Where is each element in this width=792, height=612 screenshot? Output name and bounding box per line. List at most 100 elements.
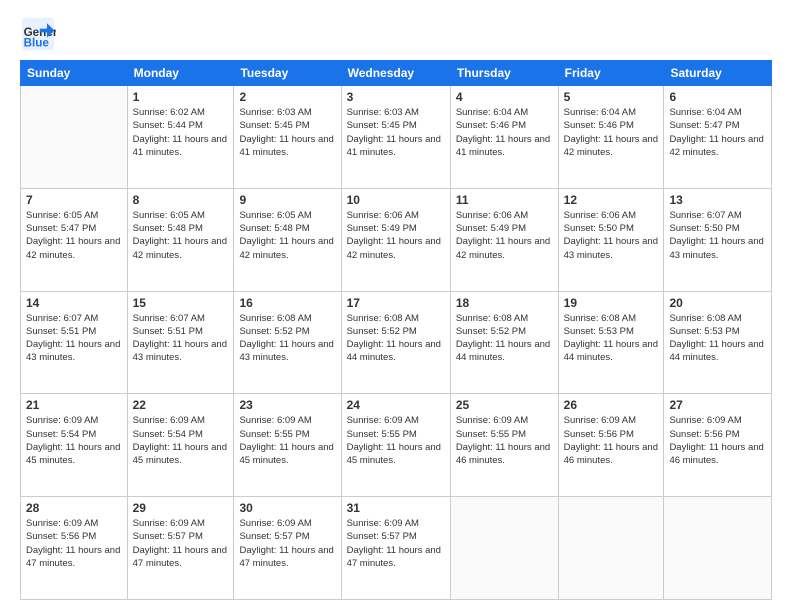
calendar-cell: 24 Sunrise: 6:09 AMSunset: 5:55 PMDaylig… [341, 394, 450, 497]
day-number: 31 [347, 501, 445, 515]
calendar-cell: 13 Sunrise: 6:07 AMSunset: 5:50 PMDaylig… [664, 188, 772, 291]
calendar-cell: 29 Sunrise: 6:09 AMSunset: 5:57 PMDaylig… [127, 497, 234, 600]
day-detail: Sunrise: 6:07 AMSunset: 5:51 PMDaylight:… [133, 312, 229, 365]
day-detail: Sunrise: 6:08 AMSunset: 5:52 PMDaylight:… [347, 312, 445, 365]
week-row-4: 21 Sunrise: 6:09 AMSunset: 5:54 PMDaylig… [21, 394, 772, 497]
calendar-cell: 17 Sunrise: 6:08 AMSunset: 5:52 PMDaylig… [341, 291, 450, 394]
day-detail: Sunrise: 6:09 AMSunset: 5:55 PMDaylight:… [456, 414, 553, 467]
weekday-header-thursday: Thursday [450, 61, 558, 86]
day-number: 10 [347, 193, 445, 207]
day-number: 8 [133, 193, 229, 207]
day-detail: Sunrise: 6:08 AMSunset: 5:52 PMDaylight:… [456, 312, 553, 365]
weekday-header-tuesday: Tuesday [234, 61, 341, 86]
day-detail: Sunrise: 6:09 AMSunset: 5:57 PMDaylight:… [347, 517, 445, 570]
calendar-cell [21, 86, 128, 189]
day-number: 1 [133, 90, 229, 104]
week-row-3: 14 Sunrise: 6:07 AMSunset: 5:51 PMDaylig… [21, 291, 772, 394]
day-detail: Sunrise: 6:08 AMSunset: 5:53 PMDaylight:… [564, 312, 659, 365]
day-number: 28 [26, 501, 122, 515]
calendar-cell: 20 Sunrise: 6:08 AMSunset: 5:53 PMDaylig… [664, 291, 772, 394]
day-number: 15 [133, 296, 229, 310]
day-number: 2 [239, 90, 335, 104]
day-number: 4 [456, 90, 553, 104]
day-number: 13 [669, 193, 766, 207]
day-number: 27 [669, 398, 766, 412]
day-detail: Sunrise: 6:02 AMSunset: 5:44 PMDaylight:… [133, 106, 229, 159]
calendar-cell: 30 Sunrise: 6:09 AMSunset: 5:57 PMDaylig… [234, 497, 341, 600]
day-detail: Sunrise: 6:03 AMSunset: 5:45 PMDaylight:… [239, 106, 335, 159]
calendar-cell: 28 Sunrise: 6:09 AMSunset: 5:56 PMDaylig… [21, 497, 128, 600]
calendar-cell: 12 Sunrise: 6:06 AMSunset: 5:50 PMDaylig… [558, 188, 664, 291]
calendar-cell: 18 Sunrise: 6:08 AMSunset: 5:52 PMDaylig… [450, 291, 558, 394]
day-detail: Sunrise: 6:07 AMSunset: 5:50 PMDaylight:… [669, 209, 766, 262]
day-detail: Sunrise: 6:07 AMSunset: 5:51 PMDaylight:… [26, 312, 122, 365]
day-number: 11 [456, 193, 553, 207]
day-number: 23 [239, 398, 335, 412]
calendar-cell: 8 Sunrise: 6:05 AMSunset: 5:48 PMDayligh… [127, 188, 234, 291]
calendar-cell: 11 Sunrise: 6:06 AMSunset: 5:49 PMDaylig… [450, 188, 558, 291]
calendar-cell: 3 Sunrise: 6:03 AMSunset: 5:45 PMDayligh… [341, 86, 450, 189]
day-detail: Sunrise: 6:05 AMSunset: 5:47 PMDaylight:… [26, 209, 122, 262]
logo: General Blue [20, 16, 60, 52]
day-number: 22 [133, 398, 229, 412]
day-detail: Sunrise: 6:09 AMSunset: 5:57 PMDaylight:… [239, 517, 335, 570]
day-number: 26 [564, 398, 659, 412]
day-detail: Sunrise: 6:04 AMSunset: 5:47 PMDaylight:… [669, 106, 766, 159]
calendar-cell: 9 Sunrise: 6:05 AMSunset: 5:48 PMDayligh… [234, 188, 341, 291]
day-number: 16 [239, 296, 335, 310]
day-detail: Sunrise: 6:06 AMSunset: 5:50 PMDaylight:… [564, 209, 659, 262]
day-number: 6 [669, 90, 766, 104]
week-row-1: 1 Sunrise: 6:02 AMSunset: 5:44 PMDayligh… [21, 86, 772, 189]
svg-text:Blue: Blue [24, 37, 50, 50]
calendar-cell: 14 Sunrise: 6:07 AMSunset: 5:51 PMDaylig… [21, 291, 128, 394]
calendar-cell: 1 Sunrise: 6:02 AMSunset: 5:44 PMDayligh… [127, 86, 234, 189]
week-row-5: 28 Sunrise: 6:09 AMSunset: 5:56 PMDaylig… [21, 497, 772, 600]
calendar-cell: 4 Sunrise: 6:04 AMSunset: 5:46 PMDayligh… [450, 86, 558, 189]
day-detail: Sunrise: 6:09 AMSunset: 5:55 PMDaylight:… [239, 414, 335, 467]
day-detail: Sunrise: 6:09 AMSunset: 5:54 PMDaylight:… [133, 414, 229, 467]
day-number: 17 [347, 296, 445, 310]
calendar-cell: 16 Sunrise: 6:08 AMSunset: 5:52 PMDaylig… [234, 291, 341, 394]
header: General Blue [20, 16, 772, 52]
day-detail: Sunrise: 6:08 AMSunset: 5:52 PMDaylight:… [239, 312, 335, 365]
day-number: 20 [669, 296, 766, 310]
calendar-cell: 26 Sunrise: 6:09 AMSunset: 5:56 PMDaylig… [558, 394, 664, 497]
calendar-cell: 7 Sunrise: 6:05 AMSunset: 5:47 PMDayligh… [21, 188, 128, 291]
calendar-cell: 10 Sunrise: 6:06 AMSunset: 5:49 PMDaylig… [341, 188, 450, 291]
day-detail: Sunrise: 6:06 AMSunset: 5:49 PMDaylight:… [347, 209, 445, 262]
day-detail: Sunrise: 6:09 AMSunset: 5:56 PMDaylight:… [564, 414, 659, 467]
weekday-header-saturday: Saturday [664, 61, 772, 86]
calendar-cell: 23 Sunrise: 6:09 AMSunset: 5:55 PMDaylig… [234, 394, 341, 497]
day-number: 14 [26, 296, 122, 310]
day-detail: Sunrise: 6:09 AMSunset: 5:56 PMDaylight:… [26, 517, 122, 570]
day-number: 12 [564, 193, 659, 207]
calendar-cell: 25 Sunrise: 6:09 AMSunset: 5:55 PMDaylig… [450, 394, 558, 497]
day-detail: Sunrise: 6:05 AMSunset: 5:48 PMDaylight:… [133, 209, 229, 262]
day-detail: Sunrise: 6:09 AMSunset: 5:54 PMDaylight:… [26, 414, 122, 467]
day-detail: Sunrise: 6:08 AMSunset: 5:53 PMDaylight:… [669, 312, 766, 365]
day-detail: Sunrise: 6:03 AMSunset: 5:45 PMDaylight:… [347, 106, 445, 159]
day-number: 18 [456, 296, 553, 310]
calendar-cell: 15 Sunrise: 6:07 AMSunset: 5:51 PMDaylig… [127, 291, 234, 394]
calendar-cell: 21 Sunrise: 6:09 AMSunset: 5:54 PMDaylig… [21, 394, 128, 497]
calendar-cell: 5 Sunrise: 6:04 AMSunset: 5:46 PMDayligh… [558, 86, 664, 189]
day-detail: Sunrise: 6:06 AMSunset: 5:49 PMDaylight:… [456, 209, 553, 262]
day-detail: Sunrise: 6:09 AMSunset: 5:57 PMDaylight:… [133, 517, 229, 570]
day-number: 3 [347, 90, 445, 104]
day-number: 30 [239, 501, 335, 515]
weekday-header-sunday: Sunday [21, 61, 128, 86]
day-number: 7 [26, 193, 122, 207]
calendar-cell [664, 497, 772, 600]
day-number: 5 [564, 90, 659, 104]
calendar-table: SundayMondayTuesdayWednesdayThursdayFrid… [20, 60, 772, 600]
day-detail: Sunrise: 6:04 AMSunset: 5:46 PMDaylight:… [564, 106, 659, 159]
day-number: 19 [564, 296, 659, 310]
day-number: 21 [26, 398, 122, 412]
week-row-2: 7 Sunrise: 6:05 AMSunset: 5:47 PMDayligh… [21, 188, 772, 291]
calendar-cell: 27 Sunrise: 6:09 AMSunset: 5:56 PMDaylig… [664, 394, 772, 497]
calendar-cell: 2 Sunrise: 6:03 AMSunset: 5:45 PMDayligh… [234, 86, 341, 189]
day-detail: Sunrise: 6:09 AMSunset: 5:56 PMDaylight:… [669, 414, 766, 467]
day-detail: Sunrise: 6:05 AMSunset: 5:48 PMDaylight:… [239, 209, 335, 262]
calendar-cell [450, 497, 558, 600]
page: General Blue SundayMondayTuesdayWednesda… [0, 0, 792, 612]
